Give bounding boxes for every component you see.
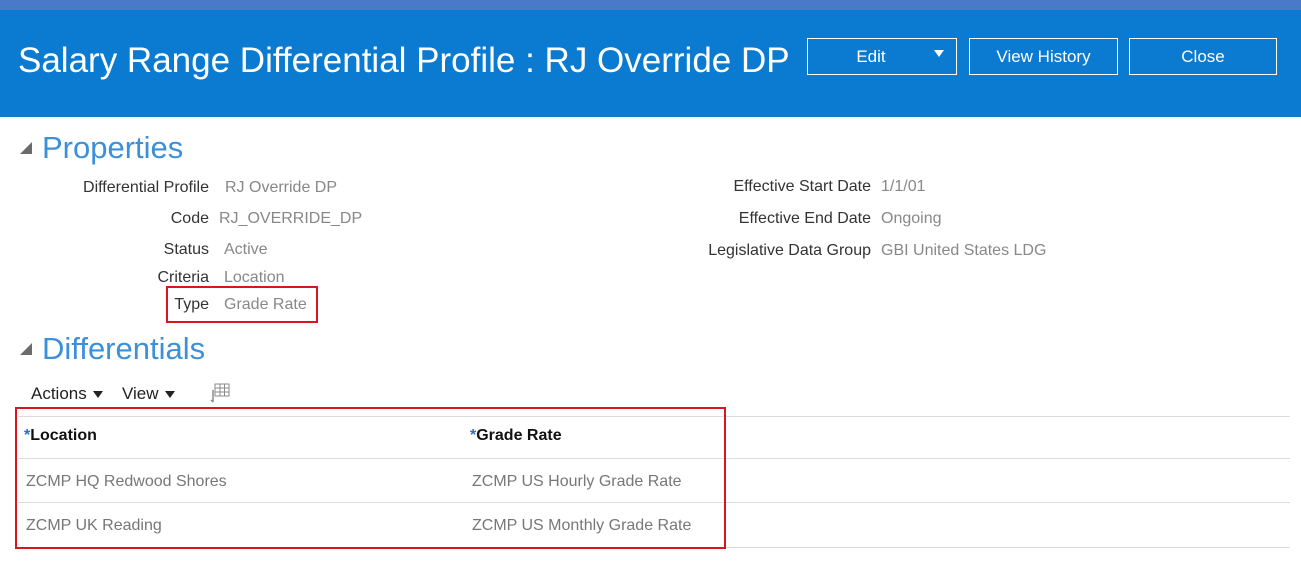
edit-button-label: Edit [856,46,886,66]
code-label: Code [170,210,209,227]
actions-menu[interactable]: Actions [31,384,103,404]
effective-end-date-label: Effective End Date [738,210,871,227]
criteria-value: Location [224,269,285,286]
criteria-label: Criteria [157,269,209,286]
chevron-down-icon [92,390,103,398]
properties-section-header[interactable]: Properties [20,130,183,166]
effective-start-date-label: Effective Start Date [733,178,871,195]
page-title: Salary Range Differential Profile : RJ O… [18,41,790,80]
view-menu-label: View [122,384,159,403]
effective-end-date-value: Ongoing [881,210,942,227]
legislative-data-group-value: GBI United States LDG [881,242,1047,259]
collapse-triangle-icon [20,341,36,357]
collapse-triangle-icon [20,140,36,156]
view-menu[interactable]: View [122,384,175,404]
actions-menu-label: Actions [31,384,87,403]
freeze-columns-icon[interactable] [210,382,230,404]
close-button[interactable]: Close [1129,38,1277,75]
differentials-section-header[interactable]: Differentials [20,331,205,367]
page-header: Salary Range Differential Profile : RJ O… [0,10,1301,117]
code-value: RJ_OVERRIDE_DP [219,210,363,227]
legislative-data-group-label: Legislative Data Group [708,242,871,259]
differential-profile-value: RJ Override DP [225,179,338,196]
differentials-title: Differentials [42,331,206,366]
chevron-down-icon [934,50,944,57]
view-history-button[interactable]: View History [969,38,1118,75]
differential-profile-label: Differential Profile [83,179,209,196]
properties-title: Properties [42,130,184,165]
differentials-highlight-box [15,407,726,549]
type-highlight-box [166,286,318,323]
edit-button[interactable]: Edit [807,38,957,75]
effective-start-date-value: 1/1/01 [881,178,926,195]
top-strip [0,0,1301,10]
status-label: Status [163,241,209,258]
status-value: Active [224,241,268,258]
chevron-down-icon [164,390,175,398]
